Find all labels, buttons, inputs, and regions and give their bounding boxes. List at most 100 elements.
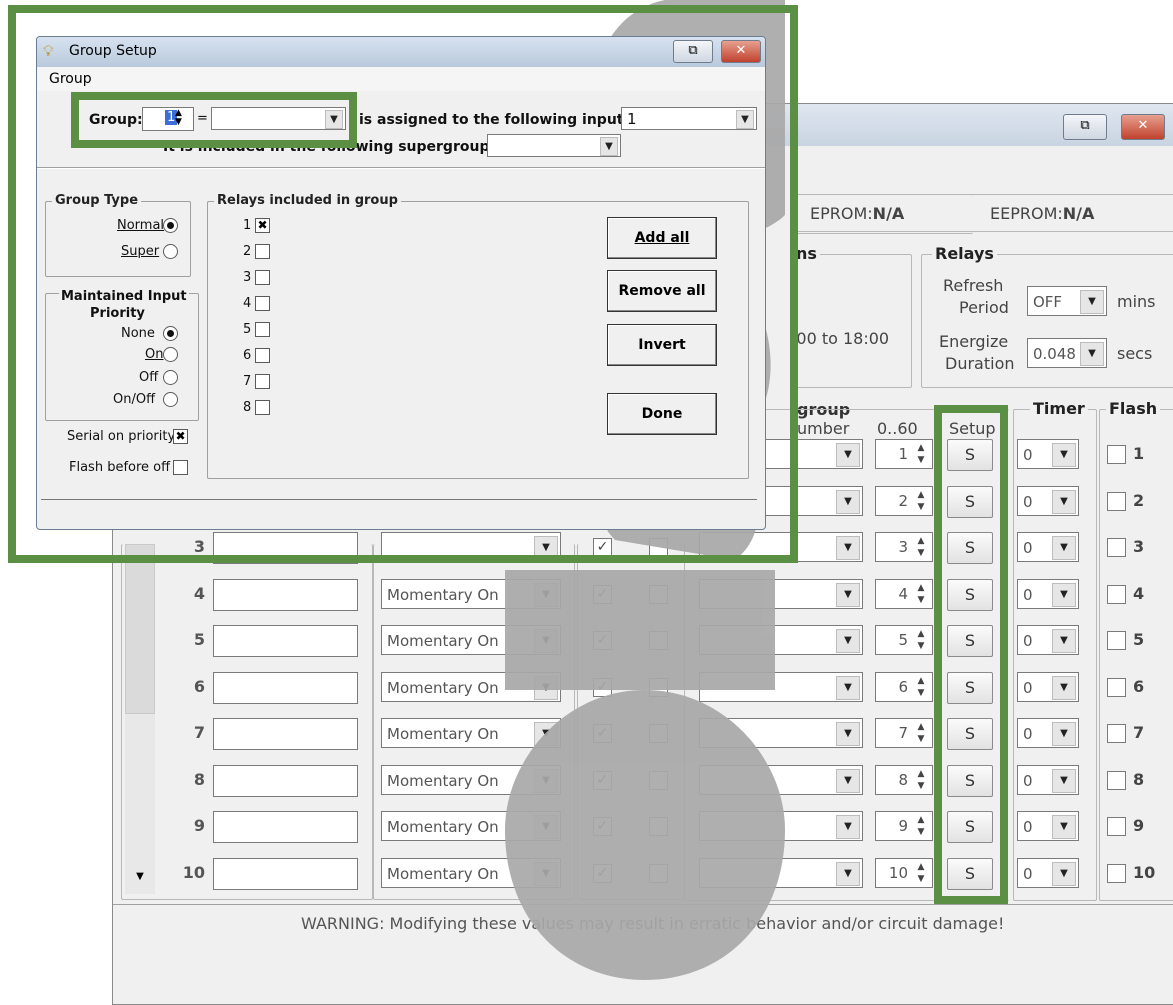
supergroups-select[interactable]: ▼ (487, 134, 621, 157)
row-flash-checkbox[interactable] (1107, 771, 1126, 790)
onoff-radio[interactable] (163, 392, 178, 407)
super-radio[interactable] (163, 244, 178, 259)
spin-arrows-icon[interactable]: ▲ ▼ (912, 675, 930, 699)
serial-priority-checkbox[interactable]: ✖ (173, 429, 188, 444)
row-flash-checkbox[interactable] (1107, 445, 1126, 464)
row-flash-checkbox[interactable] (1107, 724, 1126, 743)
row-name-input[interactable] (213, 765, 358, 797)
spin-arrows-icon[interactable]: ▲ ▼ (912, 628, 930, 652)
row-group-spinner[interactable]: 2 ▲ ▼ (875, 486, 933, 516)
row-flash-checkbox[interactable] (1107, 817, 1126, 836)
energize-duration-select[interactable]: 0.048 ▼ (1027, 338, 1107, 368)
relay-checkbox[interactable] (255, 296, 270, 311)
relay-checkbox[interactable] (255, 400, 270, 415)
spin-arrows-icon[interactable]: ▲ ▼ (912, 814, 930, 838)
row-mode-select[interactable]: ▼ (381, 532, 561, 562)
setup-button[interactable]: S (947, 439, 993, 471)
none-radio[interactable] (163, 326, 178, 341)
row-group-select[interactable]: ▼ (699, 718, 863, 748)
refresh-period-select[interactable]: OFF ▼ (1027, 286, 1107, 316)
row-flash-checkbox[interactable] (1107, 492, 1126, 511)
row-group-select[interactable]: ▼ (699, 765, 863, 795)
row-mode-select[interactable]: Momentary On ▼ (381, 858, 561, 888)
spin-arrows-icon[interactable]: ▲ ▼ (912, 442, 930, 466)
row-enabled-checkbox[interactable]: ✓ (593, 678, 612, 697)
setup-button[interactable]: S (947, 765, 993, 797)
group-spinner[interactable]: 1 ▲ ▼ (142, 107, 194, 131)
close-button[interactable]: ✕ (721, 40, 761, 63)
row-timer-select[interactable]: 0 ▼ (1017, 718, 1079, 748)
row-group-spinner[interactable]: 5 ▲ ▼ (875, 625, 933, 655)
row-timer-select[interactable]: 0 ▼ (1017, 625, 1079, 655)
row-group-select[interactable]: ▼ (699, 811, 863, 841)
setup-button[interactable]: S (947, 532, 993, 564)
row-option-checkbox[interactable] (649, 538, 668, 557)
spin-arrows-icon[interactable]: ▲ ▼ (175, 109, 182, 127)
add-all-button[interactable]: Add all (607, 217, 717, 259)
row-name-input[interactable] (213, 625, 358, 657)
relay-checkbox[interactable] (255, 270, 270, 285)
remove-all-button[interactable]: Remove all (607, 270, 717, 312)
done-button[interactable]: Done (607, 393, 717, 435)
spin-arrows-icon[interactable]: ▲ ▼ (912, 768, 930, 792)
row-name-input[interactable] (213, 532, 358, 564)
menu-group[interactable]: Group (49, 71, 92, 87)
restore-button[interactable]: ⧉ (1063, 114, 1107, 140)
row-name-input[interactable] (213, 579, 358, 611)
flash-before-off-checkbox[interactable] (173, 460, 188, 475)
spin-arrows-icon[interactable]: ▲ ▼ (912, 721, 930, 745)
row-option-checkbox[interactable] (649, 724, 668, 743)
row-group-spinner[interactable]: 1 ▲ ▼ (875, 439, 933, 469)
row-enabled-checkbox[interactable]: ✓ (593, 631, 612, 650)
setup-button[interactable]: S (947, 811, 993, 843)
row-mode-select[interactable]: Momentary On ▼ (381, 765, 561, 795)
spin-arrows-icon[interactable]: ▲ ▼ (912, 861, 930, 885)
row-group-spinner[interactable]: 9 ▲ ▼ (875, 811, 933, 841)
spin-arrows-icon[interactable]: ▲ ▼ (912, 535, 930, 559)
row-group-select[interactable]: ▼ (699, 579, 863, 609)
on-radio[interactable] (163, 347, 178, 362)
scrollbar[interactable]: ▼ (125, 544, 155, 894)
row-flash-checkbox[interactable] (1107, 678, 1126, 697)
chevron-down-icon[interactable]: ▼ (129, 866, 151, 888)
row-name-input[interactable] (213, 858, 358, 890)
setup-button[interactable]: S (947, 718, 993, 750)
row-mode-select[interactable]: Momentary On ▼ (381, 811, 561, 841)
row-group-spinner[interactable]: 8 ▲ ▼ (875, 765, 933, 795)
spin-arrows-icon[interactable]: ▲ ▼ (912, 582, 930, 606)
row-option-checkbox[interactable] (649, 771, 668, 790)
row-group-select[interactable]: ▼ (699, 858, 863, 888)
setup-button[interactable]: S (947, 486, 993, 518)
group-name-select[interactable]: ▼ (211, 107, 346, 130)
relay-checkbox[interactable] (255, 244, 270, 259)
row-group-spinner[interactable]: 10 ▲ ▼ (875, 858, 933, 888)
row-timer-select[interactable]: 0 ▼ (1017, 672, 1079, 702)
row-timer-select[interactable]: 0 ▼ (1017, 765, 1079, 795)
row-flash-checkbox[interactable] (1107, 864, 1126, 883)
setup-button[interactable]: S (947, 625, 993, 657)
row-name-input[interactable] (213, 811, 358, 843)
row-timer-select[interactable]: 0 ▼ (1017, 579, 1079, 609)
row-timer-select[interactable]: 0 ▼ (1017, 811, 1079, 841)
row-option-checkbox[interactable] (649, 631, 668, 650)
row-name-input[interactable] (213, 718, 358, 750)
row-mode-select[interactable]: Momentary On ▼ (381, 625, 561, 655)
relay-checkbox[interactable] (255, 348, 270, 363)
setup-button[interactable]: S (947, 672, 993, 704)
row-option-checkbox[interactable] (649, 817, 668, 836)
relay-checkbox[interactable] (255, 322, 270, 337)
row-name-input[interactable] (213, 672, 358, 704)
row-mode-select[interactable]: Momentary On ▼ (381, 672, 561, 702)
off-radio[interactable] (163, 370, 178, 385)
assigned-inputs-select[interactable]: 1 ▼ (621, 107, 757, 130)
row-group-select[interactable]: ▼ (699, 672, 863, 702)
row-timer-select[interactable]: 0 ▼ (1017, 532, 1079, 562)
row-option-checkbox[interactable] (649, 678, 668, 697)
row-timer-select[interactable]: 0 ▼ (1017, 858, 1079, 888)
row-option-checkbox[interactable] (649, 864, 668, 883)
row-flash-checkbox[interactable] (1107, 631, 1126, 650)
row-group-spinner[interactable]: 4 ▲ ▼ (875, 579, 933, 609)
spin-arrows-icon[interactable]: ▲ ▼ (912, 489, 930, 513)
row-enabled-checkbox[interactable]: ✓ (593, 771, 612, 790)
row-flash-checkbox[interactable] (1107, 585, 1126, 604)
